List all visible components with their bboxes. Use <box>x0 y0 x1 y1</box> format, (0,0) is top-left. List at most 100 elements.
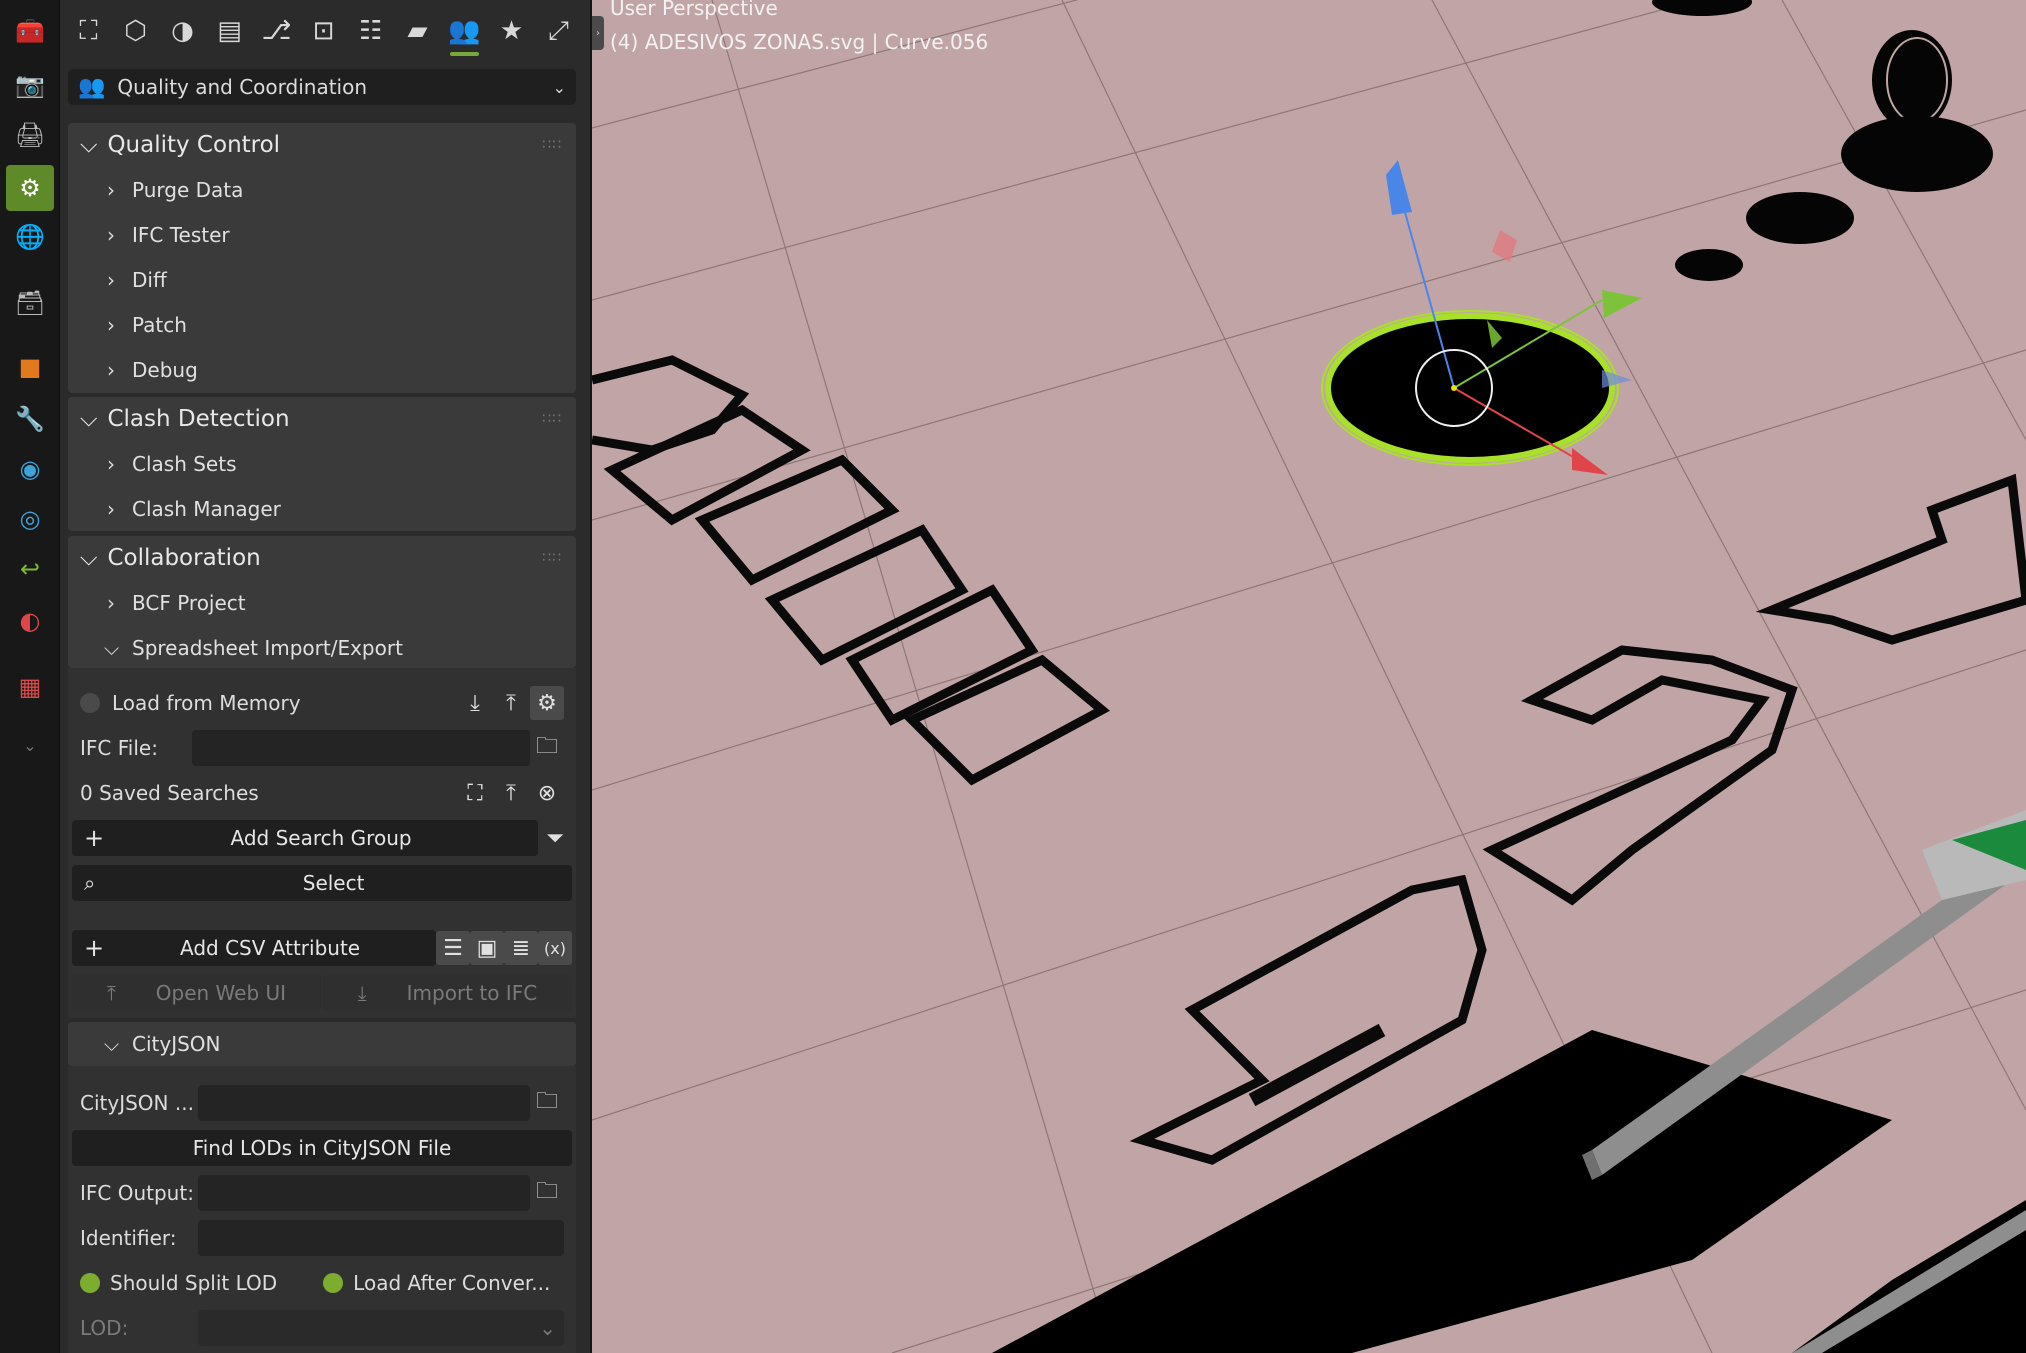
subpanel-label: BCF Project <box>132 590 246 615</box>
tool-tab-icon[interactable]: 🧰 <box>6 8 54 54</box>
chevron-down-icon: ⌵ <box>80 545 98 571</box>
identifier-label: Identifier: <box>80 1226 177 1250</box>
chevron-right-icon: › <box>107 222 115 247</box>
subpanel-bcf-project[interactable]: › BCF Project <box>68 580 576 625</box>
chevron-down-icon: ⌵ <box>80 406 98 432</box>
folder-icon[interactable]: 🗀 <box>530 1176 564 1210</box>
cityjson-title: CityJSON <box>132 1032 221 1056</box>
gizmo-x-arrow[interactable] <box>1572 448 1608 475</box>
ifc-file-label: IFC File: <box>80 736 158 760</box>
import-icon[interactable]: ⤓ <box>458 686 492 720</box>
should-split-lod-label: Should Split LOD <box>110 1271 278 1295</box>
export-icon[interactable]: ⤒ <box>494 686 528 720</box>
variable-icon[interactable]: (x) <box>538 931 572 965</box>
subpanel-label: IFC Tester <box>132 222 230 247</box>
subpanel-diff[interactable]: › Diff <box>68 257 576 302</box>
should-split-lod-toggle[interactable] <box>80 1273 100 1293</box>
ifc-file-input[interactable] <box>192 730 530 766</box>
section-title: Collaboration <box>107 545 261 571</box>
object-tab-icon[interactable]: ■ <box>6 344 54 390</box>
settings-gear-icon[interactable]: ⚙ <box>530 686 564 720</box>
drawings-icon[interactable]: ▤ <box>207 6 252 56</box>
identifier-input[interactable] <box>198 1220 564 1256</box>
texture-tab-icon[interactable]: ▦ <box>6 664 54 710</box>
load-from-memory-toggle[interactable] <box>80 693 100 713</box>
identifier-row: Identifier: <box>68 1220 576 1256</box>
collaboration-header[interactable]: ⌵ Collaboration ∷∷ <box>68 536 576 580</box>
subpanel-debug[interactable]: › Debug <box>68 347 576 392</box>
object-origin <box>1451 385 1457 391</box>
gizmo-y-arrow[interactable] <box>1602 290 1642 318</box>
folder-icon[interactable]: 🗀 <box>530 1086 564 1120</box>
plus-icon: + <box>84 934 105 962</box>
favorites-icon[interactable]: ★ <box>489 6 534 56</box>
shading-icon[interactable]: ◑ <box>160 6 205 56</box>
clash-detection-header[interactable]: ⌵ Clash Detection ∷∷ <box>68 397 576 441</box>
collection-tab-icon[interactable]: 🗃 <box>6 280 54 326</box>
world-tab-icon[interactable]: 🌐 <box>6 214 54 260</box>
drag-grip-icon[interactable]: ∷∷ <box>542 137 562 153</box>
3d-viewport[interactable]: User Perspective (4) ADESIVOS ZONAS.svg … <box>592 0 2026 1353</box>
geometry-icon[interactable]: ⬡ <box>113 6 158 56</box>
scene-tab-icon[interactable]: ⚙ <box>6 165 54 211</box>
quality-icon[interactable]: 👥 <box>442 6 487 56</box>
scheduling-icon[interactable]: ☷ <box>348 6 393 56</box>
subpanel-spreadsheet[interactable]: ⌵ Spreadsheet Import/Export <box>68 625 576 670</box>
gizmo-z-arrow[interactable] <box>1386 160 1412 215</box>
subpanel-purge-data[interactable]: › Purge Data <box>68 167 576 212</box>
migration-icon[interactable]: ⤢ <box>536 6 581 56</box>
facility-icon[interactable]: ▰ <box>395 6 440 56</box>
select-button[interactable]: ⌕ Select <box>72 865 572 901</box>
import-to-ifc-button[interactable]: ⤓ Import to IFC <box>323 975 572 1011</box>
drag-grip-icon[interactable]: ∷∷ <box>542 550 562 566</box>
sidebar-toggle-arrow-icon[interactable]: › <box>592 16 604 50</box>
sort-icon[interactable]: ☰ <box>436 931 470 965</box>
modifiers-tab-icon[interactable]: 🔧 <box>6 396 54 442</box>
select-label: Select <box>302 871 365 895</box>
load-after-convert-toggle[interactable] <box>323 1273 344 1293</box>
folder-icon[interactable]: 🗀 <box>530 731 564 765</box>
ifc-output-input[interactable] <box>198 1175 530 1211</box>
filter-icon[interactable]: ⏷ <box>538 821 572 855</box>
find-lods-button[interactable]: Find LODs in CityJSON File <box>72 1130 572 1166</box>
ifc-output-label: IFC Output: <box>80 1181 194 1205</box>
chevron-right-icon: › <box>107 357 115 382</box>
find-lods-row: Find LODs in CityJSON File <box>68 1130 576 1166</box>
more-tabs-chevron-icon[interactable]: ⌄ <box>6 722 54 768</box>
add-search-group-button[interactable]: + Add Search Group <box>72 820 538 856</box>
lod-options-row: Should Split LOD Load After Conver... <box>68 1265 576 1301</box>
lod-select[interactable]: ⌄ <box>198 1310 564 1346</box>
output-tab-icon[interactable]: 🖨 <box>6 112 54 158</box>
viewport-object-info: (4) ADESIVOS ZONAS.svg | Curve.056 <box>610 30 989 54</box>
render-tab-icon[interactable]: 📷 <box>6 62 54 108</box>
open-web-ui-button[interactable]: ⤒ Open Web UI <box>72 975 321 1011</box>
list-icon[interactable]: ≣ <box>504 931 538 965</box>
quality-control-header[interactable]: ⌵ Quality Control ∷∷ <box>68 123 576 167</box>
subpanel-patch[interactable]: › Patch <box>68 302 576 347</box>
project-icon[interactable]: ⛶ <box>66 6 111 56</box>
select-frame-icon[interactable]: ⛶ <box>458 776 492 810</box>
cityjson-file-input[interactable] <box>198 1085 530 1121</box>
subpanel-label: Purge Data <box>132 177 244 202</box>
download-icon: ⤓ <box>357 981 367 1005</box>
context-dropdown[interactable]: 👥 Quality and Coordination ⌄ <box>68 69 576 105</box>
physics-tab-icon[interactable]: ◎ <box>6 496 54 542</box>
selected-curve[interactable] <box>1321 310 1619 466</box>
subpanel-clash-sets[interactable]: › Clash Sets <box>68 441 576 486</box>
services-icon[interactable]: ⎇ <box>254 6 299 56</box>
constraints-tab-icon[interactable]: ↩ <box>6 546 54 592</box>
add-csv-attribute-button[interactable]: + Add CSV Attribute <box>72 930 436 966</box>
drag-grip-icon[interactable]: ∷∷ <box>542 411 562 427</box>
archive-icon[interactable]: ▣ <box>470 931 504 965</box>
section-title: Quality Control <box>107 132 281 158</box>
clear-x-icon[interactable]: ⊗ <box>530 776 564 810</box>
particles-tab-icon[interactable]: ◉ <box>6 446 54 492</box>
material-tab-icon[interactable]: ◐ <box>6 598 54 644</box>
cityjson-header[interactable]: ⌵ CityJSON <box>68 1022 576 1066</box>
floor-black-shapes <box>992 1030 2026 1353</box>
structural-icon[interactable]: ⊡ <box>301 6 346 56</box>
subpanel-clash-manager[interactable]: › Clash Manager <box>68 486 576 531</box>
subpanel-ifc-tester[interactable]: › IFC Tester <box>68 212 576 257</box>
export-icon[interactable]: ⤒ <box>494 776 528 810</box>
people-icon: 👥 <box>78 74 106 100</box>
